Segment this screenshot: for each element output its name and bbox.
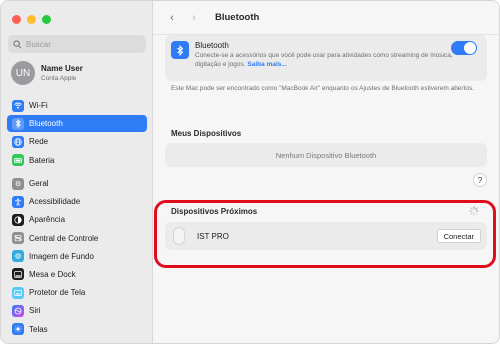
- avatar: UN: [11, 61, 35, 85]
- window-controls: [12, 15, 51, 24]
- page-title: Bluetooth: [215, 12, 260, 23]
- appearance-icon: [12, 213, 24, 226]
- bluetooth-title: Bluetooth: [195, 41, 229, 50]
- wallpaper-icon: [12, 250, 24, 263]
- sidebar-item-control-center[interactable]: Central de Controle: [7, 230, 147, 247]
- sidebar-item-label: Central de Controle: [29, 233, 99, 243]
- wifi-icon: [12, 99, 24, 112]
- my-devices-list: Nenhum Dispositivo Bluetooth: [165, 143, 487, 167]
- sidebar-item-label: Wi-Fi: [29, 101, 48, 110]
- sidebar-item-label: Protetor de Tela: [29, 288, 86, 298]
- sidebar-item-battery[interactable]: Bateria: [7, 152, 147, 169]
- sidebar-group-network: Wi-Fi Bluetooth Rede Bateria: [7, 97, 147, 170]
- siri-icon: [12, 304, 24, 317]
- sidebar-item-label: Rede: [29, 137, 49, 147]
- sidebar-item-accessibility[interactable]: Acessibilidade: [7, 193, 147, 210]
- battery-icon: [12, 154, 24, 167]
- sidebar-item-label: Aparência: [29, 215, 66, 225]
- back-button[interactable]: ‹: [165, 12, 179, 24]
- sidebar: UN Name User Conta Apple Wi-Fi Bluetooth: [1, 1, 153, 343]
- bluetooth-icon: [171, 41, 189, 59]
- sidebar-item-label: Bateria: [29, 155, 55, 165]
- main-pane: ‹ › Bluetooth Bluetooth Conecte-se a ace…: [153, 1, 499, 343]
- sidebar-group-system: ⚙ Geral Acessibilidade Aparência Central…: [7, 175, 147, 339]
- discoverable-note: Este Mac pode ser encontrado como "MacBo…: [171, 85, 475, 92]
- bluetooth-toggle[interactable]: [451, 41, 477, 55]
- control-center-icon: [12, 232, 24, 245]
- bluetooth-description-text: Conecte-se a acessórios que você pode us…: [195, 52, 453, 68]
- bluetooth-card: Bluetooth Conecte-se a acessórios que vo…: [165, 35, 487, 81]
- sidebar-item-network[interactable]: Rede: [7, 133, 147, 150]
- search-field[interactable]: [8, 35, 146, 53]
- sidebar-item-label: Siri: [29, 306, 41, 316]
- bluetooth-icon: [12, 117, 24, 130]
- user-account[interactable]: UN Name User Conta Apple: [11, 61, 83, 85]
- sidebar-item-label: Bluetooth: [29, 119, 63, 129]
- settings-window: UN Name User Conta Apple Wi-Fi Bluetooth: [0, 0, 500, 344]
- my-devices-title: Meus Dispositivos: [171, 129, 242, 138]
- sidebar-item-label: Telas: [29, 324, 48, 334]
- user-subtitle: Conta Apple: [41, 74, 77, 82]
- no-devices-text: Nenhum Dispositivo Bluetooth: [275, 150, 377, 160]
- highlight-annotation: [154, 200, 496, 268]
- learn-more-link[interactable]: Saiba mais...: [247, 61, 286, 68]
- user-name: Name User: [41, 63, 83, 73]
- displays-icon: [12, 323, 24, 335]
- dock-icon: [12, 268, 24, 281]
- search-input[interactable]: [26, 39, 136, 49]
- sidebar-item-label: Mesa e Dock: [29, 269, 76, 279]
- accessibility-icon: [12, 195, 24, 208]
- sidebar-item-appearance[interactable]: Aparência: [7, 211, 147, 228]
- bluetooth-description: Conecte-se a acessórios que você pode us…: [195, 51, 455, 69]
- sidebar-item-bluetooth[interactable]: Bluetooth: [7, 115, 147, 133]
- forward-button[interactable]: ›: [187, 12, 201, 24]
- sidebar-item-label: Imagem de Fundo: [29, 251, 94, 261]
- sidebar-item-general[interactable]: ⚙ Geral: [7, 175, 147, 192]
- sidebar-item-label: Geral: [29, 179, 49, 188]
- sidebar-item-label: Acessibilidade: [29, 197, 81, 207]
- sidebar-item-displays[interactable]: Telas: [7, 321, 147, 338]
- minimize-window-button[interactable]: [27, 15, 36, 24]
- close-window-button[interactable]: [12, 15, 21, 24]
- toolbar: ‹ › Bluetooth: [153, 1, 499, 35]
- zoom-window-button[interactable]: [42, 15, 51, 24]
- globe-icon: [12, 135, 24, 148]
- sidebar-item-dock[interactable]: Mesa e Dock: [7, 266, 147, 283]
- search-icon: [13, 39, 22, 48]
- screensaver-icon: [12, 286, 24, 299]
- sidebar-item-wallpaper[interactable]: Imagem de Fundo: [7, 248, 147, 265]
- gear-icon: ⚙: [12, 177, 24, 190]
- help-button[interactable]: ?: [473, 173, 487, 187]
- sidebar-item-siri[interactable]: Siri: [7, 302, 147, 319]
- sidebar-item-screensaver[interactable]: Protetor de Tela: [7, 284, 147, 301]
- sidebar-item-wifi[interactable]: Wi-Fi: [7, 97, 147, 114]
